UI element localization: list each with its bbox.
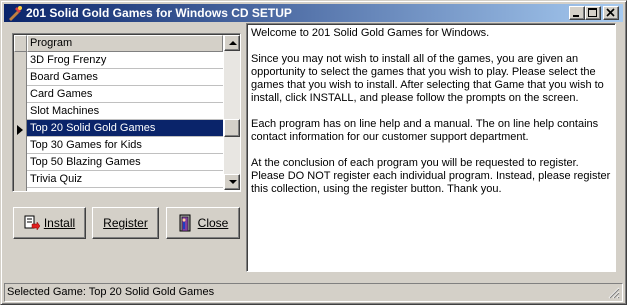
close-button[interactable]: Close xyxy=(166,207,240,239)
chevron-down-icon xyxy=(229,180,237,184)
window-title: 201 Solid Gold Games for Windows CD SETU… xyxy=(26,6,292,20)
status-bar: Selected Game: Top 20 Solid Gold Games xyxy=(4,283,623,302)
scroll-up-button[interactable] xyxy=(224,35,240,51)
program-list[interactable]: Program 3D Frog Frenzy Board Games Card … xyxy=(12,33,241,192)
list-item[interactable]: Trivia Quiz xyxy=(27,171,223,188)
list-item[interactable]: Card Games xyxy=(27,86,223,103)
title-bar[interactable]: 201 Solid Gold Games for Windows CD SETU… xyxy=(4,4,623,22)
scroll-thumb[interactable] xyxy=(224,119,240,137)
door-exit-icon xyxy=(179,214,191,232)
maximize-button[interactable] xyxy=(585,6,601,20)
list-item[interactable]: 3D Frog Frenzy xyxy=(27,52,223,69)
setup-window: 201 Solid Gold Games for Windows CD SETU… xyxy=(0,0,627,305)
close-window-button[interactable] xyxy=(603,6,619,20)
install-icon xyxy=(24,215,40,231)
welcome-paragraph: Welcome to 201 Solid Gold Games for Wind… xyxy=(251,27,490,39)
selection-paragraph: Since you may not wish to install all of… xyxy=(251,53,604,104)
status-text: Selected Game: Top 20 Solid Gold Games xyxy=(7,286,215,298)
info-text-panel[interactable]: Welcome to 201 Solid Gold Games for Wind… xyxy=(246,23,616,272)
chevron-up-icon xyxy=(229,41,237,45)
row-selector-header xyxy=(14,35,27,52)
maximize-icon xyxy=(588,8,597,17)
row-selector-column xyxy=(14,35,27,191)
list-item-selected[interactable]: Top 20 Solid Gold Games xyxy=(27,120,223,137)
list-item[interactable]: Slot Machines xyxy=(27,103,223,120)
scroll-down-button[interactable] xyxy=(224,174,240,190)
register-paragraph: At the conclusion of each program you wi… xyxy=(251,157,611,195)
resize-grip-icon[interactable] xyxy=(608,287,620,299)
close-icon xyxy=(606,8,615,17)
program-rows: 3D Frog Frenzy Board Games Card Games Sl… xyxy=(27,52,223,188)
list-item[interactable]: Top 30 Games for Kids xyxy=(27,137,223,154)
close-button-label: Close xyxy=(197,216,229,230)
register-button-label: Register xyxy=(103,216,148,230)
install-button-label: Install xyxy=(43,216,76,230)
minimize-icon xyxy=(573,15,579,17)
install-button[interactable]: Install xyxy=(13,207,86,239)
list-item[interactable]: Board Games xyxy=(27,69,223,86)
minimize-button[interactable] xyxy=(569,6,585,20)
program-column-header[interactable]: Program xyxy=(27,35,223,52)
app-icon xyxy=(9,6,22,21)
list-item[interactable]: Top 50 Blazing Games xyxy=(27,154,223,171)
help-paragraph: Each program has on line help and a manu… xyxy=(251,118,599,143)
list-scrollbar[interactable] xyxy=(224,35,240,190)
current-row-arrow-icon xyxy=(17,125,23,135)
register-button[interactable]: Register xyxy=(92,207,159,239)
